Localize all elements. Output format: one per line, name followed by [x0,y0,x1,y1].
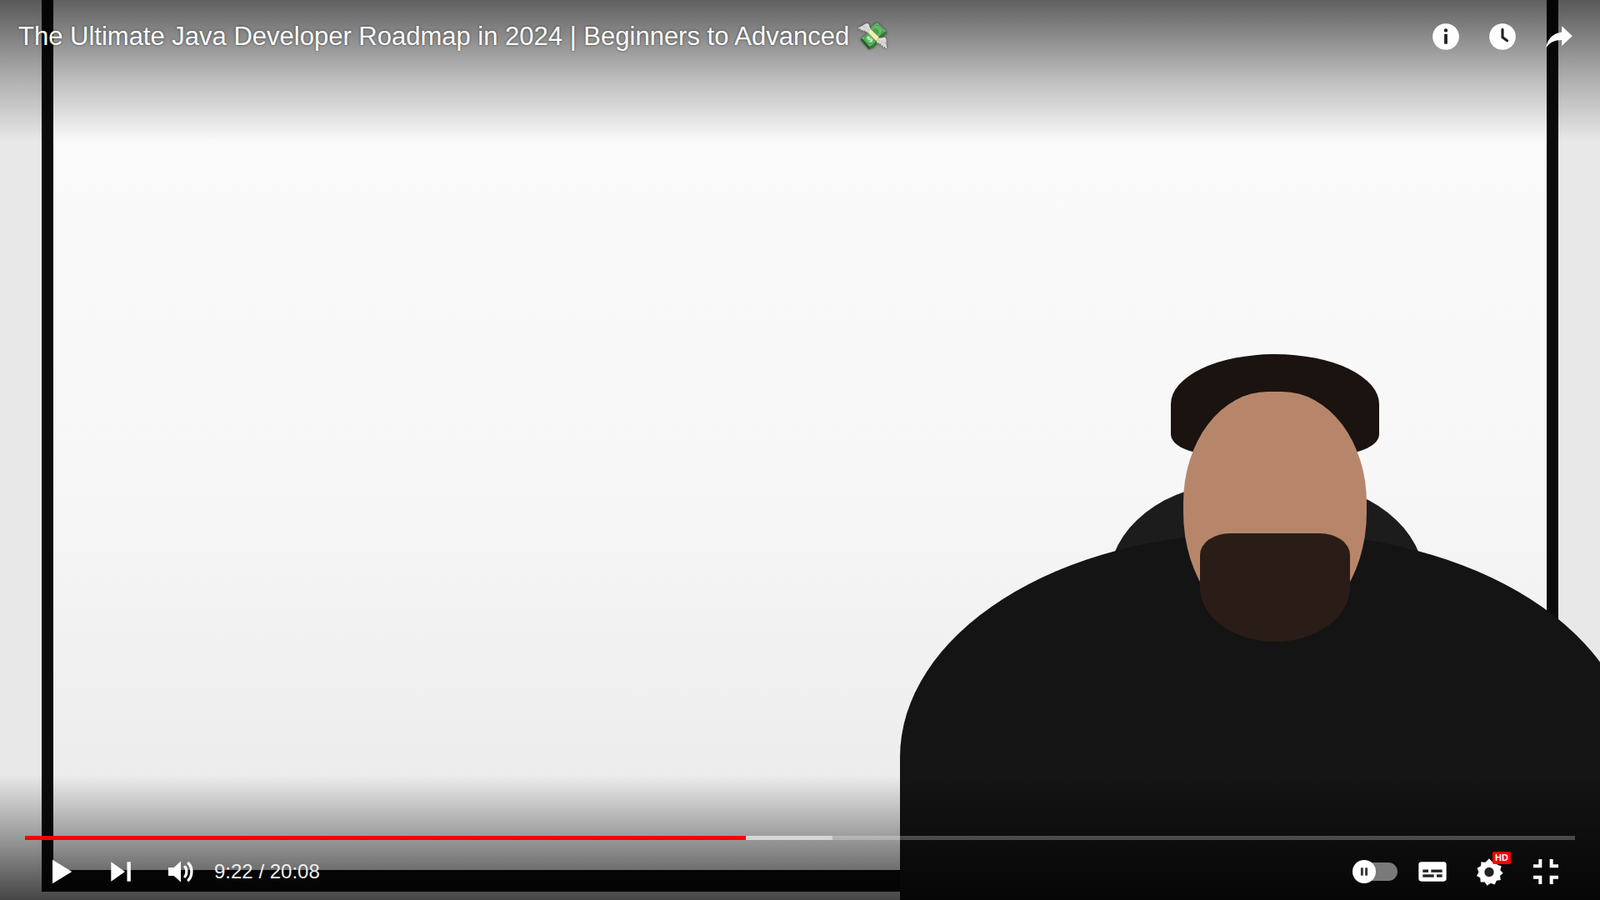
next-icon [104,855,138,889]
pause-icon [1358,865,1370,878]
top-shade [0,0,1600,142]
play-icon [44,855,78,889]
left-controls: 9:22 / 20:08 [30,848,320,895]
clock-icon [1486,20,1519,53]
subtitles-button[interactable] [1404,848,1461,895]
video-player[interactable]: The Ultimate Java Developer Roadmap in 2… [0,0,1600,900]
control-row: 9:22 / 20:08 HD [0,840,1600,900]
play-button[interactable] [30,848,91,895]
next-button[interactable] [90,848,151,895]
presenter-shape [1200,533,1350,642]
settings-button[interactable]: HD [1460,848,1518,895]
toggle-track [1354,862,1398,881]
progress-fill [25,835,746,840]
quality-badge: HD [1492,851,1511,865]
volume-icon [164,855,198,889]
autoplay-toggle[interactable] [1347,848,1405,895]
watch-later-button[interactable] [1474,11,1531,62]
video-title[interactable]: The Ultimate Java Developer Roadmap in 2… [18,20,890,54]
player-controls: 9:22 / 20:08 HD [0,835,1600,900]
volume-button[interactable] [150,848,211,895]
toggle-knob [1352,860,1376,884]
right-controls: HD [1347,848,1575,895]
top-bar: The Ultimate Java Developer Roadmap in 2… [0,0,1600,62]
time-display: 9:22 / 20:08 [214,856,320,887]
share-icon [1543,20,1575,53]
info-icon [1430,20,1462,53]
info-button[interactable] [1417,11,1475,62]
progress-bar[interactable] [25,835,1575,840]
share-button[interactable] [1530,11,1588,62]
exit-fullscreen-button[interactable] [1517,848,1575,895]
top-actions [1417,11,1588,62]
subtitles-icon [1415,855,1450,889]
exit-fullscreen-icon [1529,855,1563,889]
